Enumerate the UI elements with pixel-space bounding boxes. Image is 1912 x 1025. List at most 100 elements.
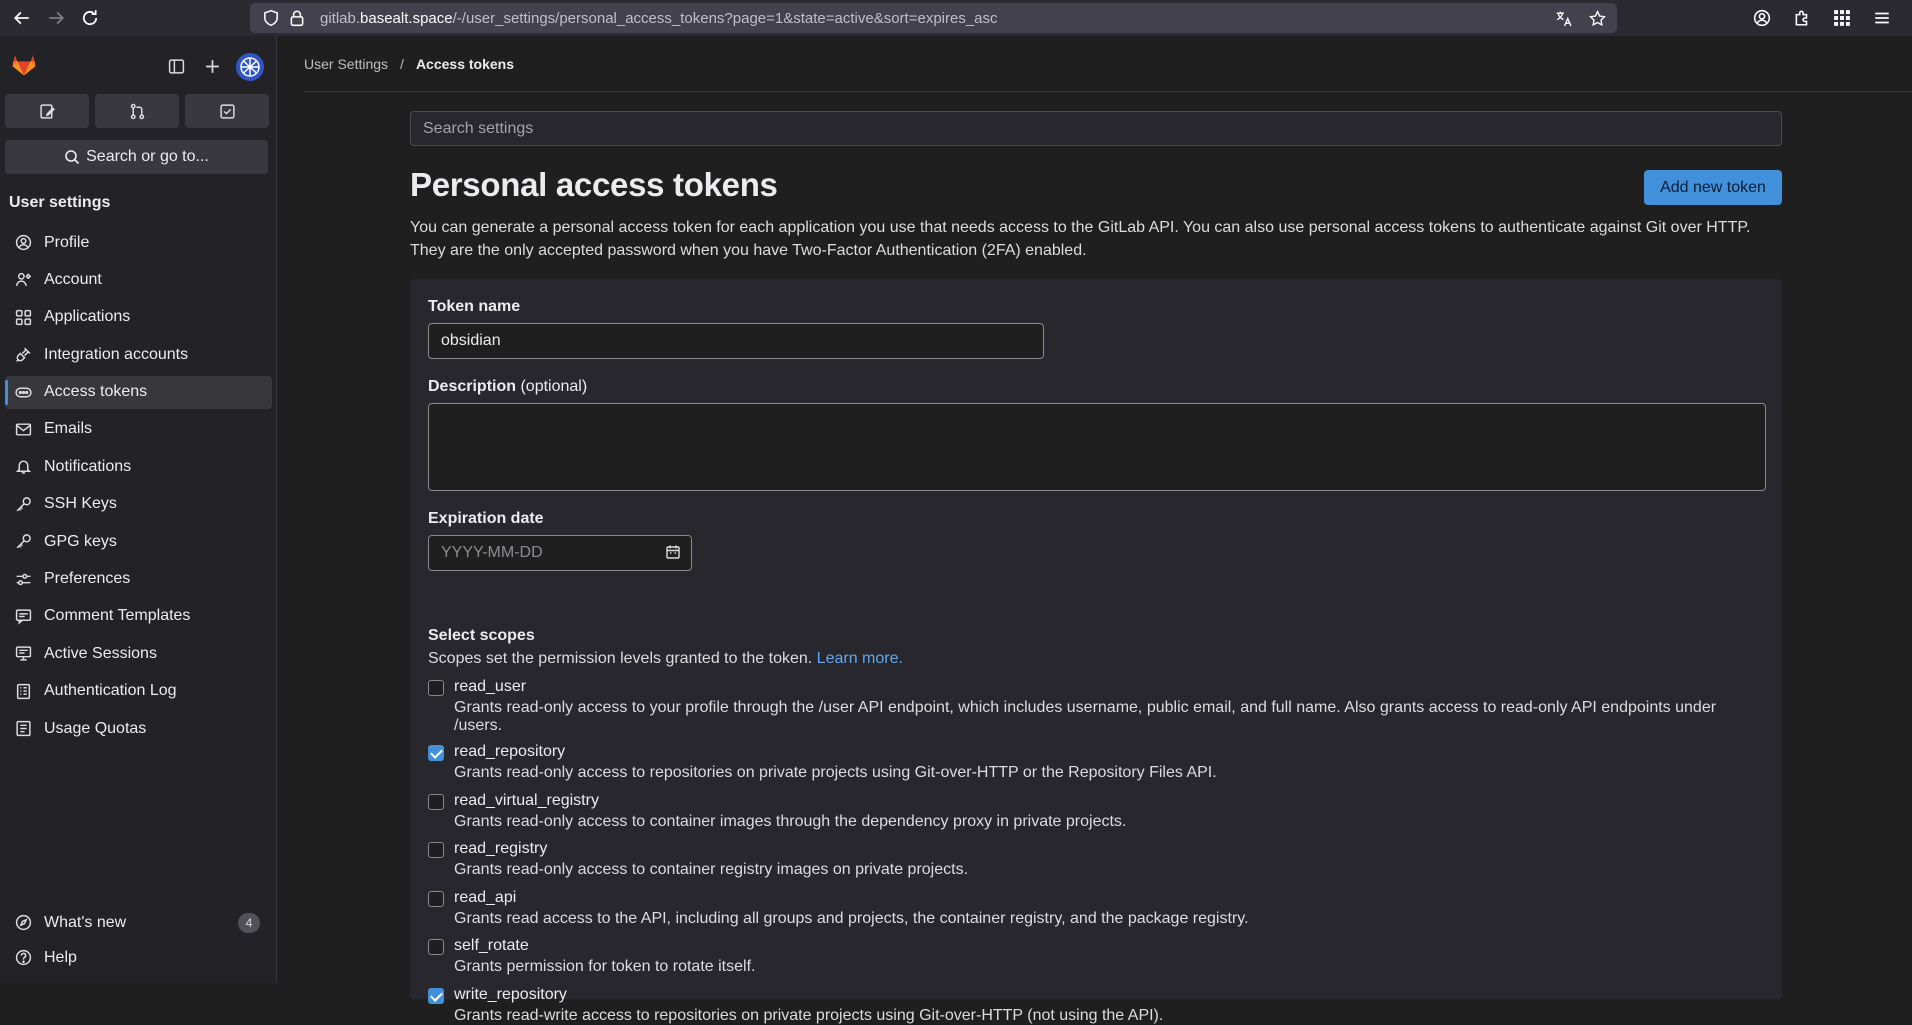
back-button[interactable] <box>10 6 34 30</box>
sidebar-item-comment-templates[interactable]: Comment Templates <box>5 600 272 633</box>
scope-checkbox[interactable] <box>428 988 444 1004</box>
description-textarea[interactable] <box>428 403 1766 491</box>
sidebar-item-profile[interactable]: Profile <box>5 226 272 259</box>
scope-description: Grants permission for token to rotate it… <box>454 958 756 975</box>
sidebar-item-label: GPG keys <box>44 532 117 550</box>
add-new-token-button[interactable]: Add new token <box>1644 170 1782 205</box>
whats-new-button[interactable]: What's new 4 <box>5 906 272 939</box>
avatar[interactable] <box>236 53 264 81</box>
sidebar-item-account[interactable]: Account <box>5 263 272 296</box>
calendar-icon[interactable] <box>665 544 683 562</box>
merge-requests-button[interactable] <box>95 94 179 128</box>
help-label: Help <box>44 948 77 966</box>
extensions-icon[interactable] <box>1792 8 1812 28</box>
bell-icon <box>14 458 32 476</box>
whats-new-count-badge: 4 <box>238 913 260 933</box>
compass-icon <box>14 914 32 932</box>
forward-button[interactable] <box>44 6 68 30</box>
bookmark-star-icon[interactable] <box>1587 8 1607 28</box>
applications-icon <box>14 308 32 326</box>
scope-checkbox[interactable] <box>428 794 444 810</box>
sidebar-nav: Profile Account Applications Integration… <box>5 226 272 749</box>
learn-more-link[interactable]: Learn more. <box>817 650 903 667</box>
main-content: User Settings / Access tokens Personal a… <box>278 36 1912 1024</box>
sidebar-toggle-icon[interactable] <box>166 56 186 76</box>
scope-name: read_registry <box>454 840 548 857</box>
scope-description: Grants read-only access to container reg… <box>454 861 969 878</box>
log-icon <box>14 682 32 700</box>
sidebar-item-applications[interactable]: Applications <box>5 301 272 334</box>
reload-button[interactable] <box>78 6 102 30</box>
sidebar-item-gpg-keys[interactable]: GPG keys <box>5 525 272 558</box>
sidebar-item-label: Comment Templates <box>44 607 191 625</box>
quota-icon <box>14 720 32 738</box>
key-icon <box>14 533 32 551</box>
issues-button[interactable] <box>5 94 89 128</box>
scope-checkbox[interactable] <box>428 939 444 955</box>
scope-description: Grants read-only access to your profile … <box>454 699 1717 734</box>
account-icon <box>14 271 32 289</box>
apps-grid-icon[interactable] <box>1832 8 1852 28</box>
expiration-date-label: Expiration date <box>428 510 544 527</box>
sidebar-item-preferences[interactable]: Preferences <box>5 563 272 596</box>
search-icon <box>64 149 80 165</box>
lock-icon[interactable] <box>288 9 306 27</box>
scope-checkbox[interactable] <box>428 680 444 696</box>
sidebar-item-active-sessions[interactable]: Active Sessions <box>5 637 272 670</box>
sidebar-title: User settings <box>9 194 111 211</box>
help-button[interactable]: Help <box>5 941 272 974</box>
sidebar-item-emails[interactable]: Emails <box>5 413 272 446</box>
scope-description: Grants read-only access to repositories … <box>454 764 1217 781</box>
sidebar-item-label: Usage Quotas <box>44 719 147 737</box>
sidebar-item-label: Applications <box>44 308 131 326</box>
scope-name: write_repository <box>454 986 567 1003</box>
scopes-help-text: Scopes set the permission levels granted… <box>428 650 903 667</box>
search-or-go-to-button[interactable]: Search or go to... <box>5 140 268 174</box>
expiration-date-input[interactable] <box>428 535 692 571</box>
sidebar-item-integration-accounts[interactable]: Integration accounts <box>5 338 272 371</box>
breadcrumb-separator: / <box>400 55 404 72</box>
key-icon <box>14 495 32 513</box>
plus-icon[interactable] <box>202 56 222 76</box>
sidebar-item-notifications[interactable]: Notifications <box>5 450 272 483</box>
account-circle-icon[interactable] <box>1752 8 1772 28</box>
new-token-form: Token name Description (optional) Expira… <box>410 279 1782 1024</box>
scope-checkbox[interactable] <box>428 745 444 761</box>
translate-icon[interactable] <box>1553 8 1573 28</box>
scope-name: read_repository <box>454 743 566 760</box>
search-settings-input[interactable] <box>410 111 1782 146</box>
breadcrumb-current[interactable]: Access tokens <box>416 56 514 72</box>
scope-name: read_user <box>454 678 527 695</box>
sidebar-item-label: Authentication Log <box>44 682 177 700</box>
preferences-icon <box>14 570 32 588</box>
browser-toolbar: gitlab.basealt.space/-/user_settings/per… <box>0 0 1912 36</box>
todo-button[interactable] <box>185 94 269 128</box>
gitlab-logo-icon[interactable] <box>10 50 38 78</box>
sidebar-item-label: Access tokens <box>44 383 148 401</box>
sidebar-item-label: SSH Keys <box>44 495 117 513</box>
sidebar-item-label: Account <box>44 270 102 288</box>
sidebar-item-usage-quotas[interactable]: Usage Quotas <box>5 712 272 745</box>
sidebar-item-access-tokens[interactable]: Access tokens <box>5 375 272 409</box>
scope-description: Grants read-write access to repositories… <box>454 1007 1164 1024</box>
search-or-go-to-label: Search or go to... <box>86 148 209 165</box>
scope-checkbox[interactable] <box>428 842 444 858</box>
sidebar-item-label: Profile <box>44 233 90 251</box>
sidebar-item-label: Notifications <box>44 457 132 475</box>
monitor-icon <box>14 645 32 663</box>
scope-name: read_api <box>454 889 517 906</box>
sidebar-item-label: Emails <box>44 420 93 438</box>
token-name-input[interactable] <box>428 323 1044 359</box>
breadcrumb-user-settings-link[interactable]: User Settings <box>304 56 388 72</box>
scope-checkbox[interactable] <box>428 891 444 907</box>
sidebar-item-authentication-log[interactable]: Authentication Log <box>5 675 272 708</box>
description-label: Description (optional) <box>428 378 588 395</box>
sidebar-item-ssh-keys[interactable]: SSH Keys <box>5 488 272 521</box>
menu-icon[interactable] <box>1872 8 1892 28</box>
token-icon <box>14 383 32 401</box>
url-text: gitlab.basealt.space/-/user_settings/per… <box>320 9 998 27</box>
address-bar[interactable]: gitlab.basealt.space/-/user_settings/per… <box>250 3 1617 33</box>
sidebar-item-label: Integration accounts <box>44 345 189 363</box>
sidebar-footer: What's new 4 Help <box>5 906 272 976</box>
shield-icon[interactable] <box>262 9 280 27</box>
